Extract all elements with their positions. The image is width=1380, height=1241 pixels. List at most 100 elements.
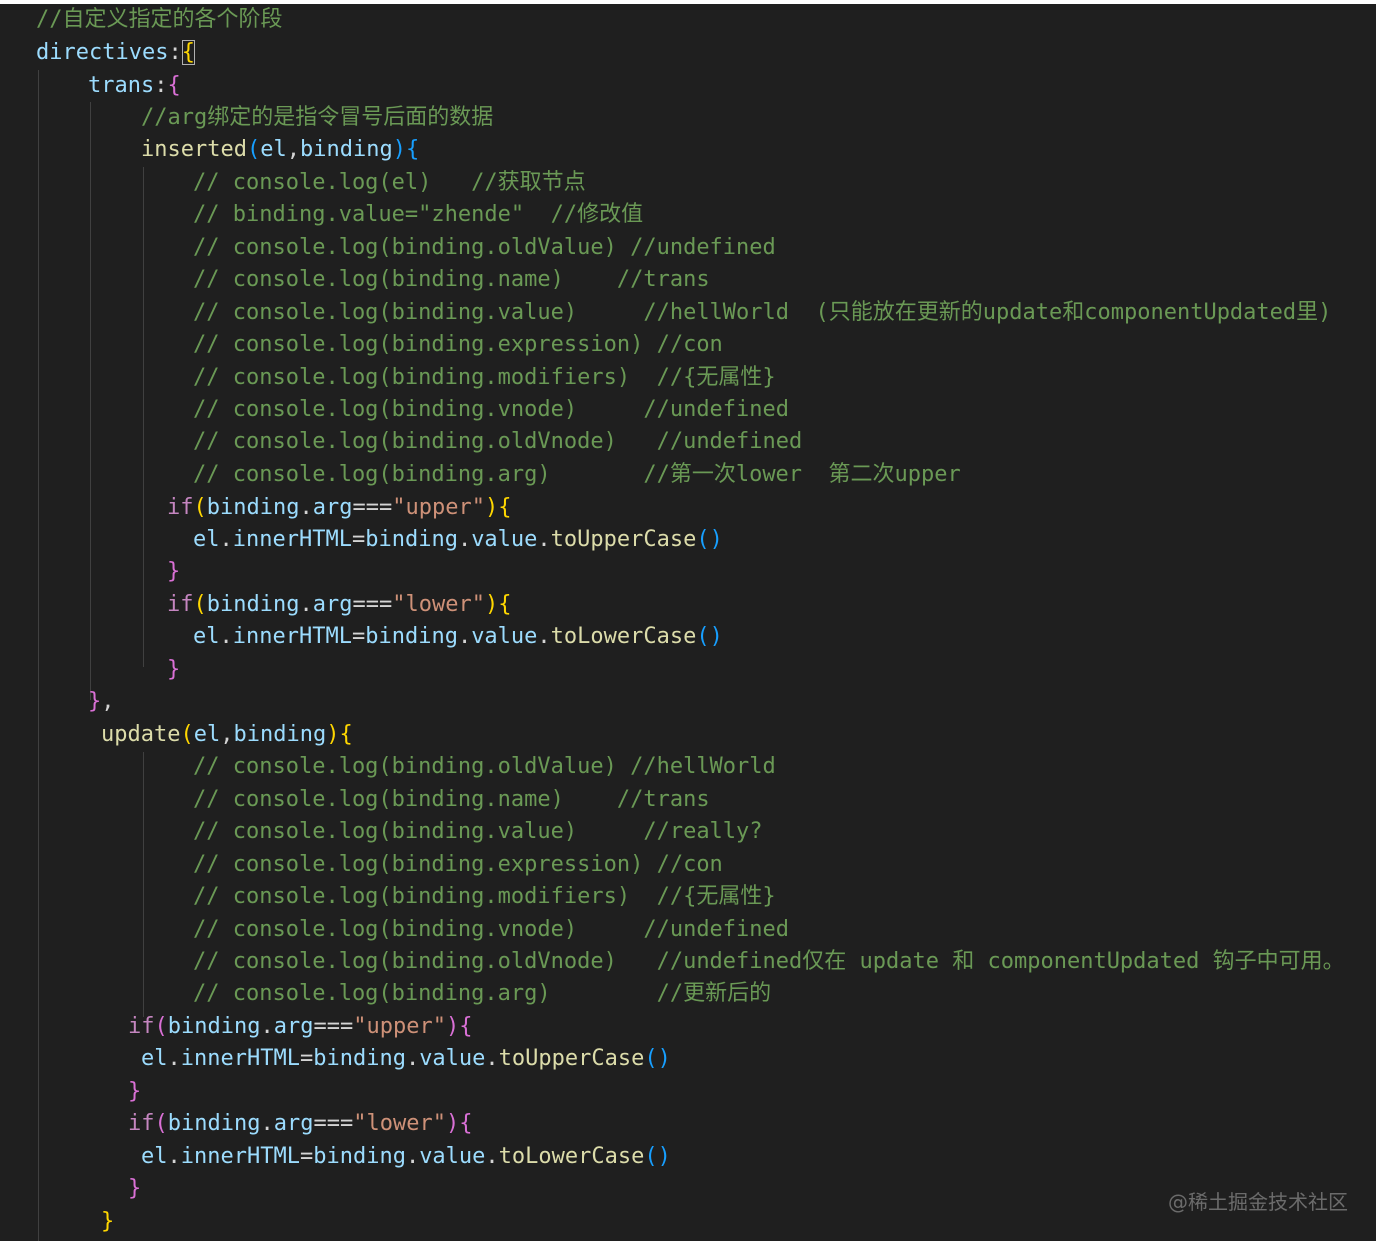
code-token: //arg绑定的是指令冒号后面的数据	[141, 105, 494, 130]
code-line[interactable]: // binding.value="zhende" //修改值	[193, 200, 643, 230]
code-line[interactable]: // console.log(el) //获取节点	[193, 168, 586, 198]
code-line[interactable]: el.innerHTML=binding.value.toLowerCase()	[141, 1142, 671, 1172]
code-token: binding	[167, 1014, 261, 1039]
code-token: // console.log(binding.value) //really?	[193, 819, 763, 844]
code-line[interactable]: // console.log(binding.vnode) //undefine…	[193, 395, 789, 425]
code-token: =	[351, 624, 366, 649]
code-line[interactable]: update(el,binding){	[101, 720, 353, 750]
code-token: .	[167, 1144, 181, 1169]
code-token: (	[180, 722, 194, 747]
code-line[interactable]: }	[167, 655, 180, 685]
code-token: .	[457, 527, 472, 552]
code-token: .	[167, 1046, 181, 1071]
code-token: directives	[36, 40, 169, 65]
code-token: .	[537, 527, 551, 552]
code-line[interactable]: // console.log(binding.modifiers) //{无属性…	[193, 363, 776, 393]
code-token: ()	[696, 624, 723, 649]
code-token: if	[167, 592, 194, 617]
code-editor[interactable]: //自定义指定的各个阶段 directives:{trans:{ //arg绑定的是…	[0, 4, 1376, 1241]
code-token: .	[260, 1111, 274, 1136]
code-token: if	[167, 495, 194, 520]
code-token: .	[260, 1014, 274, 1039]
code-line[interactable]: // console.log(binding.arg) //第一次lower 第…	[193, 460, 961, 490]
code-line[interactable]: if(binding.arg==="upper"){	[167, 493, 511, 523]
code-line[interactable]: trans:{	[88, 71, 181, 101]
code-line[interactable]: }	[128, 1174, 141, 1204]
code-line[interactable]: if(binding.arg==="upper"){	[128, 1012, 472, 1042]
code-token: update	[101, 722, 181, 747]
code-token: }	[167, 559, 181, 584]
code-token: (	[154, 1014, 168, 1039]
code-token: (	[193, 495, 207, 520]
code-token: ===	[352, 592, 393, 617]
code-token: .	[299, 592, 313, 617]
code-token: ===	[313, 1111, 354, 1136]
code-line[interactable]: el.innerHTML=binding.value.toUpperCase()	[193, 525, 723, 555]
code-token: ,	[101, 689, 115, 714]
code-token: innerHTML	[180, 1144, 300, 1169]
code-token: .	[537, 624, 551, 649]
code-token: .	[405, 1144, 420, 1169]
indent-guide	[143, 752, 144, 1017]
code-token: )	[326, 722, 340, 747]
code-line[interactable]: }	[167, 557, 180, 587]
code-line[interactable]: // console.log(binding.value) //hellWorl…	[193, 298, 1331, 328]
code-line[interactable]: // console.log(binding.name) //trans	[193, 265, 710, 295]
code-token: binding	[365, 624, 458, 649]
code-token: =	[299, 1144, 314, 1169]
code-token: arg	[312, 592, 353, 617]
code-token: binding	[299, 137, 393, 162]
code-token: {	[498, 592, 512, 617]
code-line[interactable]: el.innerHTML=binding.value.toUpperCase()	[141, 1044, 671, 1074]
code-token: {	[498, 495, 512, 520]
code-line[interactable]: // console.log(binding.vnode) //undefine…	[193, 915, 789, 945]
code-token: {	[405, 137, 420, 162]
code-line[interactable]: // console.log(binding.oldVnode) //undef…	[193, 427, 802, 457]
code-token: // console.log(binding.modifiers) //{无属性…	[193, 365, 776, 390]
code-token: // console.log(binding.oldVnode) //undef…	[193, 949, 1345, 974]
code-token: if	[128, 1014, 155, 1039]
code-line[interactable]: },	[88, 687, 115, 717]
code-line[interactable]: }	[128, 1077, 141, 1107]
code-line[interactable]: //自定义指定的各个阶段	[36, 5, 283, 35]
code-line[interactable]: // console.log(binding.oldValue) //hellW…	[193, 752, 776, 782]
indent-guide	[143, 167, 144, 667]
code-token: // console.log(binding.arg) //更新后的	[193, 981, 772, 1006]
code-token: // console.log(el) //获取节点	[193, 170, 586, 195]
code-line[interactable]: inserted(el,binding){	[141, 135, 419, 165]
code-token: "lower"	[353, 1111, 446, 1136]
code-line[interactable]: // console.log(binding.oldVnode) //undef…	[193, 947, 1345, 977]
indent-guide	[90, 102, 91, 700]
code-line[interactable]: el.innerHTML=binding.value.toLowerCase()	[193, 622, 723, 652]
code-token: {	[459, 1014, 473, 1039]
code-token: trans	[88, 73, 155, 98]
code-line[interactable]: // console.log(binding.expression) //con	[193, 850, 723, 880]
code-token: ===	[352, 495, 393, 520]
code-line[interactable]: // console.log(binding.oldValue) //undef…	[193, 233, 776, 263]
code-token: el	[141, 1046, 168, 1071]
code-token: // console.log(binding.arg) //第一次lower 第…	[193, 462, 961, 487]
indent-guide	[38, 70, 39, 1241]
code-token: // console.log(binding.expression) //con	[193, 332, 723, 357]
code-token: el	[193, 722, 221, 747]
code-token: value	[419, 1046, 486, 1071]
code-line[interactable]: // console.log(binding.value) //really?	[193, 817, 763, 847]
code-line[interactable]: if(binding.arg==="lower"){	[128, 1109, 472, 1139]
code-token: }	[128, 1176, 142, 1201]
code-token: el	[193, 624, 220, 649]
code-token: }	[167, 657, 181, 682]
code-token: // console.log(binding.name) //trans	[193, 787, 710, 812]
code-line[interactable]: // console.log(binding.expression) //con	[193, 330, 723, 360]
code-token: .	[219, 527, 233, 552]
code-token: arg	[273, 1014, 314, 1039]
code-line[interactable]: directives:{	[36, 38, 195, 68]
code-line[interactable]: if(binding.arg==="lower"){	[167, 590, 511, 620]
code-token: {	[459, 1111, 473, 1136]
code-line[interactable]: // console.log(binding.arg) //更新后的	[193, 979, 771, 1009]
code-line[interactable]: }	[101, 1207, 114, 1237]
code-line[interactable]: // console.log(binding.modifiers) //{无属性…	[193, 882, 776, 912]
code-line[interactable]: // console.log(binding.name) //trans	[193, 785, 710, 815]
code-token: }	[128, 1079, 142, 1104]
code-line[interactable]: //arg绑定的是指令冒号后面的数据	[141, 103, 493, 133]
code-token: =	[299, 1046, 314, 1071]
